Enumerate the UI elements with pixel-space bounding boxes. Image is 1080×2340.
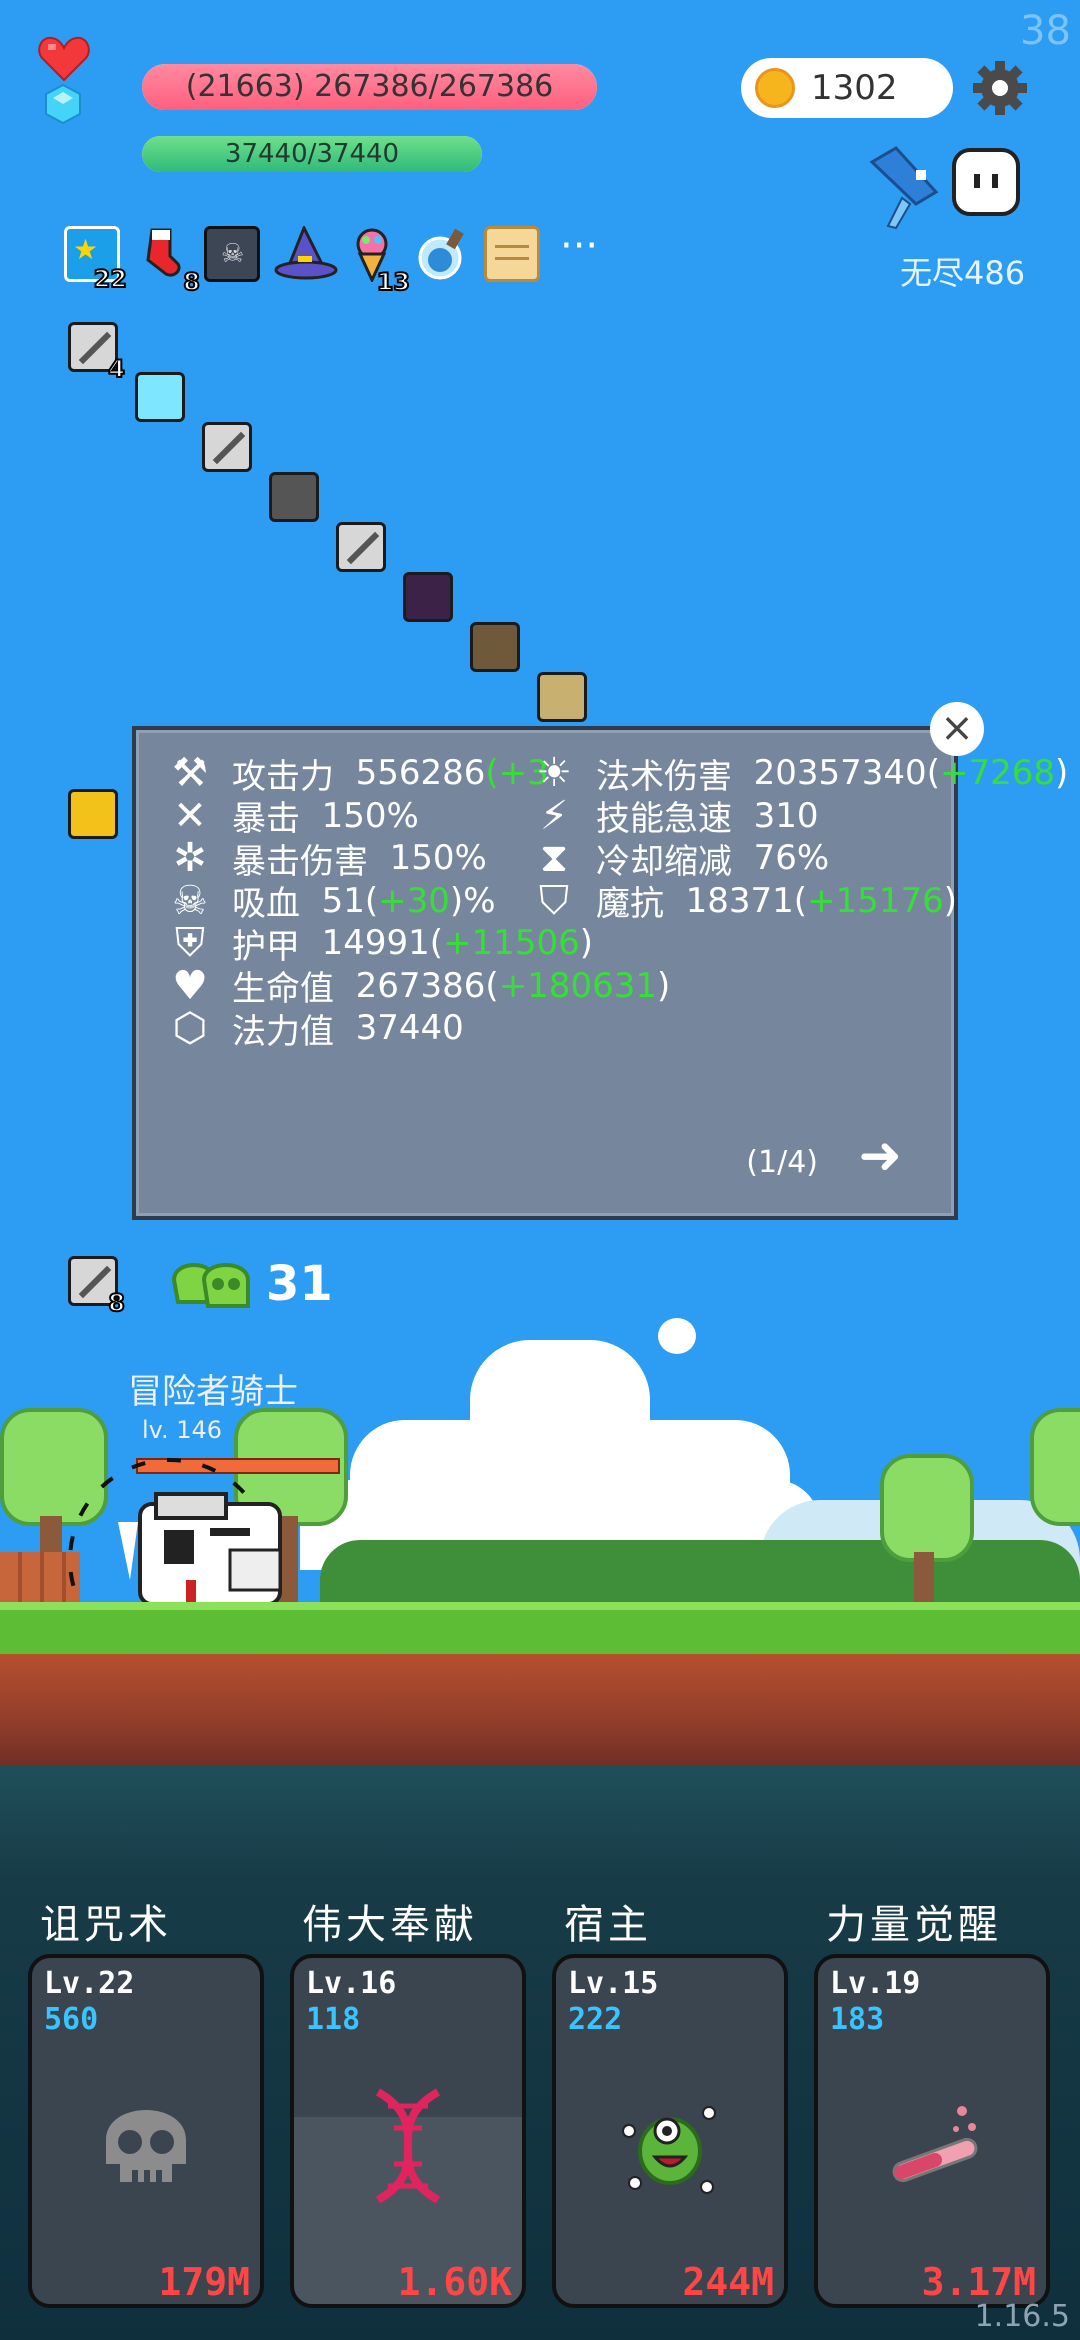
tree-trunk [914, 1552, 934, 1604]
skill-card[interactable]: Lv.16 118 1.60K [290, 1954, 526, 2308]
dark-sword-icon[interactable] [269, 472, 319, 522]
skill-upgrade-cost: 244M [682, 2260, 774, 2304]
skill-title: 宿主 [564, 1902, 652, 1948]
page-indicator: (1/4) [746, 1145, 818, 1180]
item-count: 4 [107, 354, 126, 384]
germ-monster-icon [615, 2091, 725, 2205]
shield-icon[interactable] [470, 622, 520, 672]
stat-value: 267386 [355, 965, 486, 1006]
mp-bar: 37440/37440 [142, 136, 482, 172]
ice-cream-icon[interactable]: 13 [344, 226, 411, 297]
stat-value: 310 [753, 795, 819, 836]
shadow-icon[interactable] [68, 789, 118, 839]
test-tube-icon [872, 2091, 992, 2205]
coin-counter[interactable]: 1302 [741, 58, 953, 118]
star-card-icon[interactable]: ★ 22 [64, 226, 128, 294]
tree-crown [880, 1454, 974, 1562]
sword-icon[interactable]: 8 [68, 1256, 126, 1318]
skill-points: 222 [568, 2002, 623, 2037]
mp-text: 37440/37440 [224, 139, 400, 169]
stat-bonus: +15176 [807, 880, 944, 921]
next-page-arrow-icon[interactable]: ➜ [858, 1126, 902, 1186]
ground-dirt [0, 1654, 1080, 1766]
skill-level: Lv.16 [306, 1966, 397, 2001]
skill-card[interactable]: Lv.19 183 3.17M [814, 1954, 1050, 2308]
cloud [658, 1318, 696, 1354]
stat-label: 魔抗 [596, 884, 664, 924]
skill-points: 118 [306, 2002, 361, 2037]
scroll-icon[interactable] [484, 226, 540, 282]
skill-title: 力量觉醒 [826, 1902, 1002, 1948]
stat-value: 20357340 [753, 753, 927, 793]
dark-crystal-icon[interactable] [403, 572, 453, 622]
heart-icon [38, 36, 90, 82]
item-count: 8 [107, 1288, 126, 1318]
stat-value: 150% [321, 795, 419, 836]
stat-row: ⛉ 魔抗 18371(+15176) [530, 876, 957, 926]
version-label: 1.16.5 [974, 2299, 1070, 2334]
ground-grass [0, 1602, 1080, 1654]
skill-points: 183 [830, 2002, 885, 2037]
skill-title: 诅咒术 [40, 1902, 172, 1948]
stat-bonus: +180631 [498, 965, 657, 1006]
red-sock-icon[interactable]: 8 [134, 226, 201, 297]
skill-card[interactable]: Lv.15 222 244M [552, 1954, 788, 2308]
kill-skull-icon [171, 1263, 250, 1308]
stat-bonus: +30 [378, 880, 450, 921]
stat-value: 14991 [321, 923, 430, 963]
stat-value: 37440 [355, 1008, 464, 1048]
sword-icon[interactable] [202, 422, 252, 472]
stat-row: ⬡ 法力值 37440 [166, 1003, 464, 1053]
magic-resist-icon: ⛉ [539, 877, 569, 924]
stat-value: 556286 [355, 753, 486, 793]
kill-count: 31 [266, 1256, 333, 1312]
consumable-items-row: ★ 22 8 ☠ 13 ··· [64, 224, 598, 297]
mana-icon: ⬡ [172, 1005, 208, 1051]
skill-level: Lv.15 [568, 1966, 659, 2001]
coin-icon [755, 68, 795, 108]
stat-bonus: +7268 [939, 753, 1055, 793]
stat-value: 76% [753, 838, 830, 878]
fps-counter: 38 [1020, 8, 1071, 54]
hp-bar: (21663) 267386/267386 [142, 64, 597, 110]
light-orb-icon[interactable] [135, 372, 185, 422]
stat-bonus: +11506 [443, 923, 580, 963]
hero-name: 冒险者骑士 [128, 1372, 298, 1412]
ghost-icon[interactable] [948, 144, 1024, 220]
silver-shield-icon[interactable] [537, 672, 587, 722]
fish-sword-icon[interactable] [862, 142, 946, 230]
stat-label: 法力值 [232, 1011, 334, 1052]
skill-level: Lv.19 [830, 1966, 921, 2001]
crystal-icon [45, 84, 81, 124]
skill-upgrade-cost: 1.60K [397, 2260, 512, 2304]
skill-upgrade-cost: 3.17M [921, 2260, 1036, 2304]
skull-book-icon[interactable]: ☠ [204, 226, 260, 282]
skill-title: 伟大奉献 [302, 1902, 478, 1948]
dna-icon [358, 2086, 458, 2210]
stat-suffix: % [463, 880, 496, 921]
stat-value: 150% [389, 838, 487, 878]
close-panel-button[interactable]: × [930, 702, 984, 756]
skill-card[interactable]: Lv.22 560 179M [28, 1954, 264, 2308]
skill-points: 560 [44, 2002, 99, 2037]
skull-icon [86, 2086, 206, 2210]
sword-icon[interactable] [336, 522, 386, 572]
stat-value: 51 [321, 880, 365, 921]
settings-gear-icon[interactable] [970, 58, 1030, 118]
skill-level: Lv.22 [44, 1966, 135, 2001]
tree-crown [1030, 1408, 1080, 1526]
stat-value: 18371 [685, 880, 794, 921]
skill-upgrade-cost: 179M [158, 2260, 250, 2304]
wizard-hat-icon[interactable] [274, 224, 338, 282]
potion-flask-icon[interactable] [414, 226, 470, 282]
endless-level-label: 无尽486 [900, 254, 1026, 292]
sword-icon[interactable]: 4 [68, 322, 126, 384]
coin-value: 1302 [811, 68, 898, 108]
hp-text: (21663) 267386/267386 [185, 69, 554, 104]
more-items-button[interactable]: ··· [560, 226, 598, 282]
stats-panel: ⚒ 攻击力 556286 (+3 ✕ 暴击 150% ✲ 暴击伤害 150% ☠ 吸血 51(+… [132, 726, 1068, 1220]
